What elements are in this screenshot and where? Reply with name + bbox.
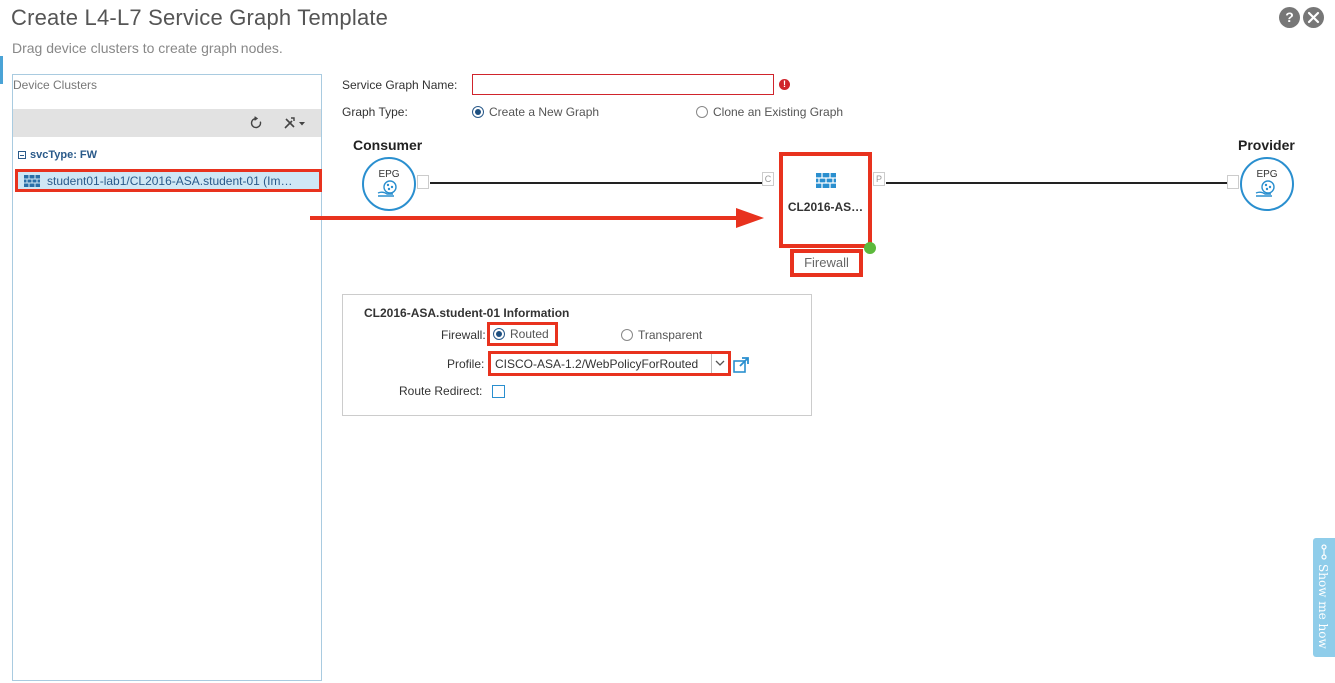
info-panel-title: CL2016-ASA.student-01 Information — [364, 306, 570, 320]
routed-radio[interactable] — [493, 328, 505, 340]
epg-hand-icon — [377, 180, 397, 197]
provider-epg-node[interactable]: EPG — [1240, 157, 1294, 211]
error-icon: ! — [779, 79, 790, 90]
profile-label: Profile: — [447, 357, 485, 371]
clone-existing-graph-label: Clone an Existing Graph — [713, 105, 844, 119]
dialog-title: Create L4-L7 Service Graph Template — [11, 5, 389, 30]
create-new-graph-option[interactable]: Create a New Graph — [472, 105, 599, 119]
drag-annotation-arrow — [310, 208, 764, 228]
firewall-icon — [816, 173, 836, 188]
consumer-epg-node[interactable]: EPG — [362, 157, 416, 211]
refresh-icon[interactable] — [249, 116, 263, 130]
function-node[interactable]: CL2016-AS… — [779, 152, 872, 248]
function-type-badge: Firewall — [790, 249, 863, 277]
tools-dropdown-icon[interactable] — [283, 116, 309, 130]
profile-select[interactable]: CISCO-ASA-1.2/WebPolicyForRouted — [488, 351, 731, 376]
provider-link-line — [886, 182, 1227, 184]
clone-existing-graph-radio[interactable] — [696, 106, 708, 118]
route-redirect-checkbox[interactable] — [492, 385, 505, 398]
walkthrough-icon — [1321, 544, 1327, 560]
show-me-how-label: Show me how — [1316, 564, 1330, 649]
transparent-label: Transparent — [638, 328, 703, 342]
provider-connector[interactable] — [1227, 175, 1239, 189]
create-new-graph-radio[interactable] — [472, 106, 484, 118]
consumer-connector[interactable] — [417, 175, 429, 189]
consumer-link-line — [430, 182, 762, 184]
routed-label: Routed — [510, 327, 549, 341]
collapse-icon[interactable] — [18, 151, 26, 159]
function-node-name: CL2016-AS… — [787, 200, 864, 214]
device-clusters-toolbar — [13, 109, 321, 137]
firewall-icon — [24, 174, 40, 187]
provider-epg-text: EPG — [1256, 169, 1278, 180]
profile-value: CISCO-ASA-1.2/WebPolicyForRouted — [495, 356, 699, 371]
show-me-how-tab[interactable]: Show me how — [1313, 538, 1335, 657]
node-information-panel: CL2016-ASA.student-01 Information Firewa… — [342, 294, 812, 416]
dialog-subtitle: Drag device clusters to create graph nod… — [12, 40, 283, 56]
device-cluster-label: student01-lab1/CL2016-ASA.student-01 (Im… — [47, 173, 293, 188]
help-button[interactable]: ? — [1279, 7, 1300, 28]
clone-existing-graph-option[interactable]: Clone an Existing Graph — [696, 105, 843, 119]
consumer-epg-text: EPG — [378, 169, 400, 180]
epg-hand-icon — [1255, 180, 1275, 197]
firewall-mode-label: Firewall: — [441, 328, 486, 342]
device-cluster-item[interactable]: student01-lab1/CL2016-ASA.student-01 (Im… — [15, 169, 322, 192]
route-redirect-label: Route Redirect: — [399, 384, 483, 398]
chevron-down-icon[interactable] — [711, 354, 728, 373]
left-edge-accent — [0, 56, 3, 84]
service-graph-name-input[interactable] — [472, 74, 774, 95]
external-link-icon[interactable] — [733, 357, 749, 373]
device-clusters-title: Device Clusters — [13, 78, 98, 92]
node-consumer-connector[interactable]: C — [762, 172, 774, 186]
device-clusters-panel: Device Clusters svcType: FW student01-la… — [12, 74, 322, 681]
provider-label: Provider — [1238, 137, 1295, 153]
help-icon: ? — [1285, 9, 1294, 25]
svc-type-group[interactable]: svcType: FW — [18, 149, 97, 161]
close-icon — [1307, 11, 1320, 24]
create-new-graph-label: Create a New Graph — [489, 105, 600, 119]
close-button[interactable] — [1303, 7, 1324, 28]
consumer-label: Consumer — [353, 137, 423, 153]
graph-type-label: Graph Type: — [342, 105, 408, 119]
transparent-option[interactable]: Transparent — [621, 328, 702, 342]
service-graph-name-label: Service Graph Name: — [342, 78, 458, 92]
svc-type-label: svcType: FW — [30, 149, 98, 161]
transparent-radio[interactable] — [621, 329, 633, 341]
node-provider-connector[interactable]: P — [873, 172, 885, 186]
node-status-dot — [864, 242, 876, 254]
routed-option[interactable]: Routed — [487, 322, 558, 346]
